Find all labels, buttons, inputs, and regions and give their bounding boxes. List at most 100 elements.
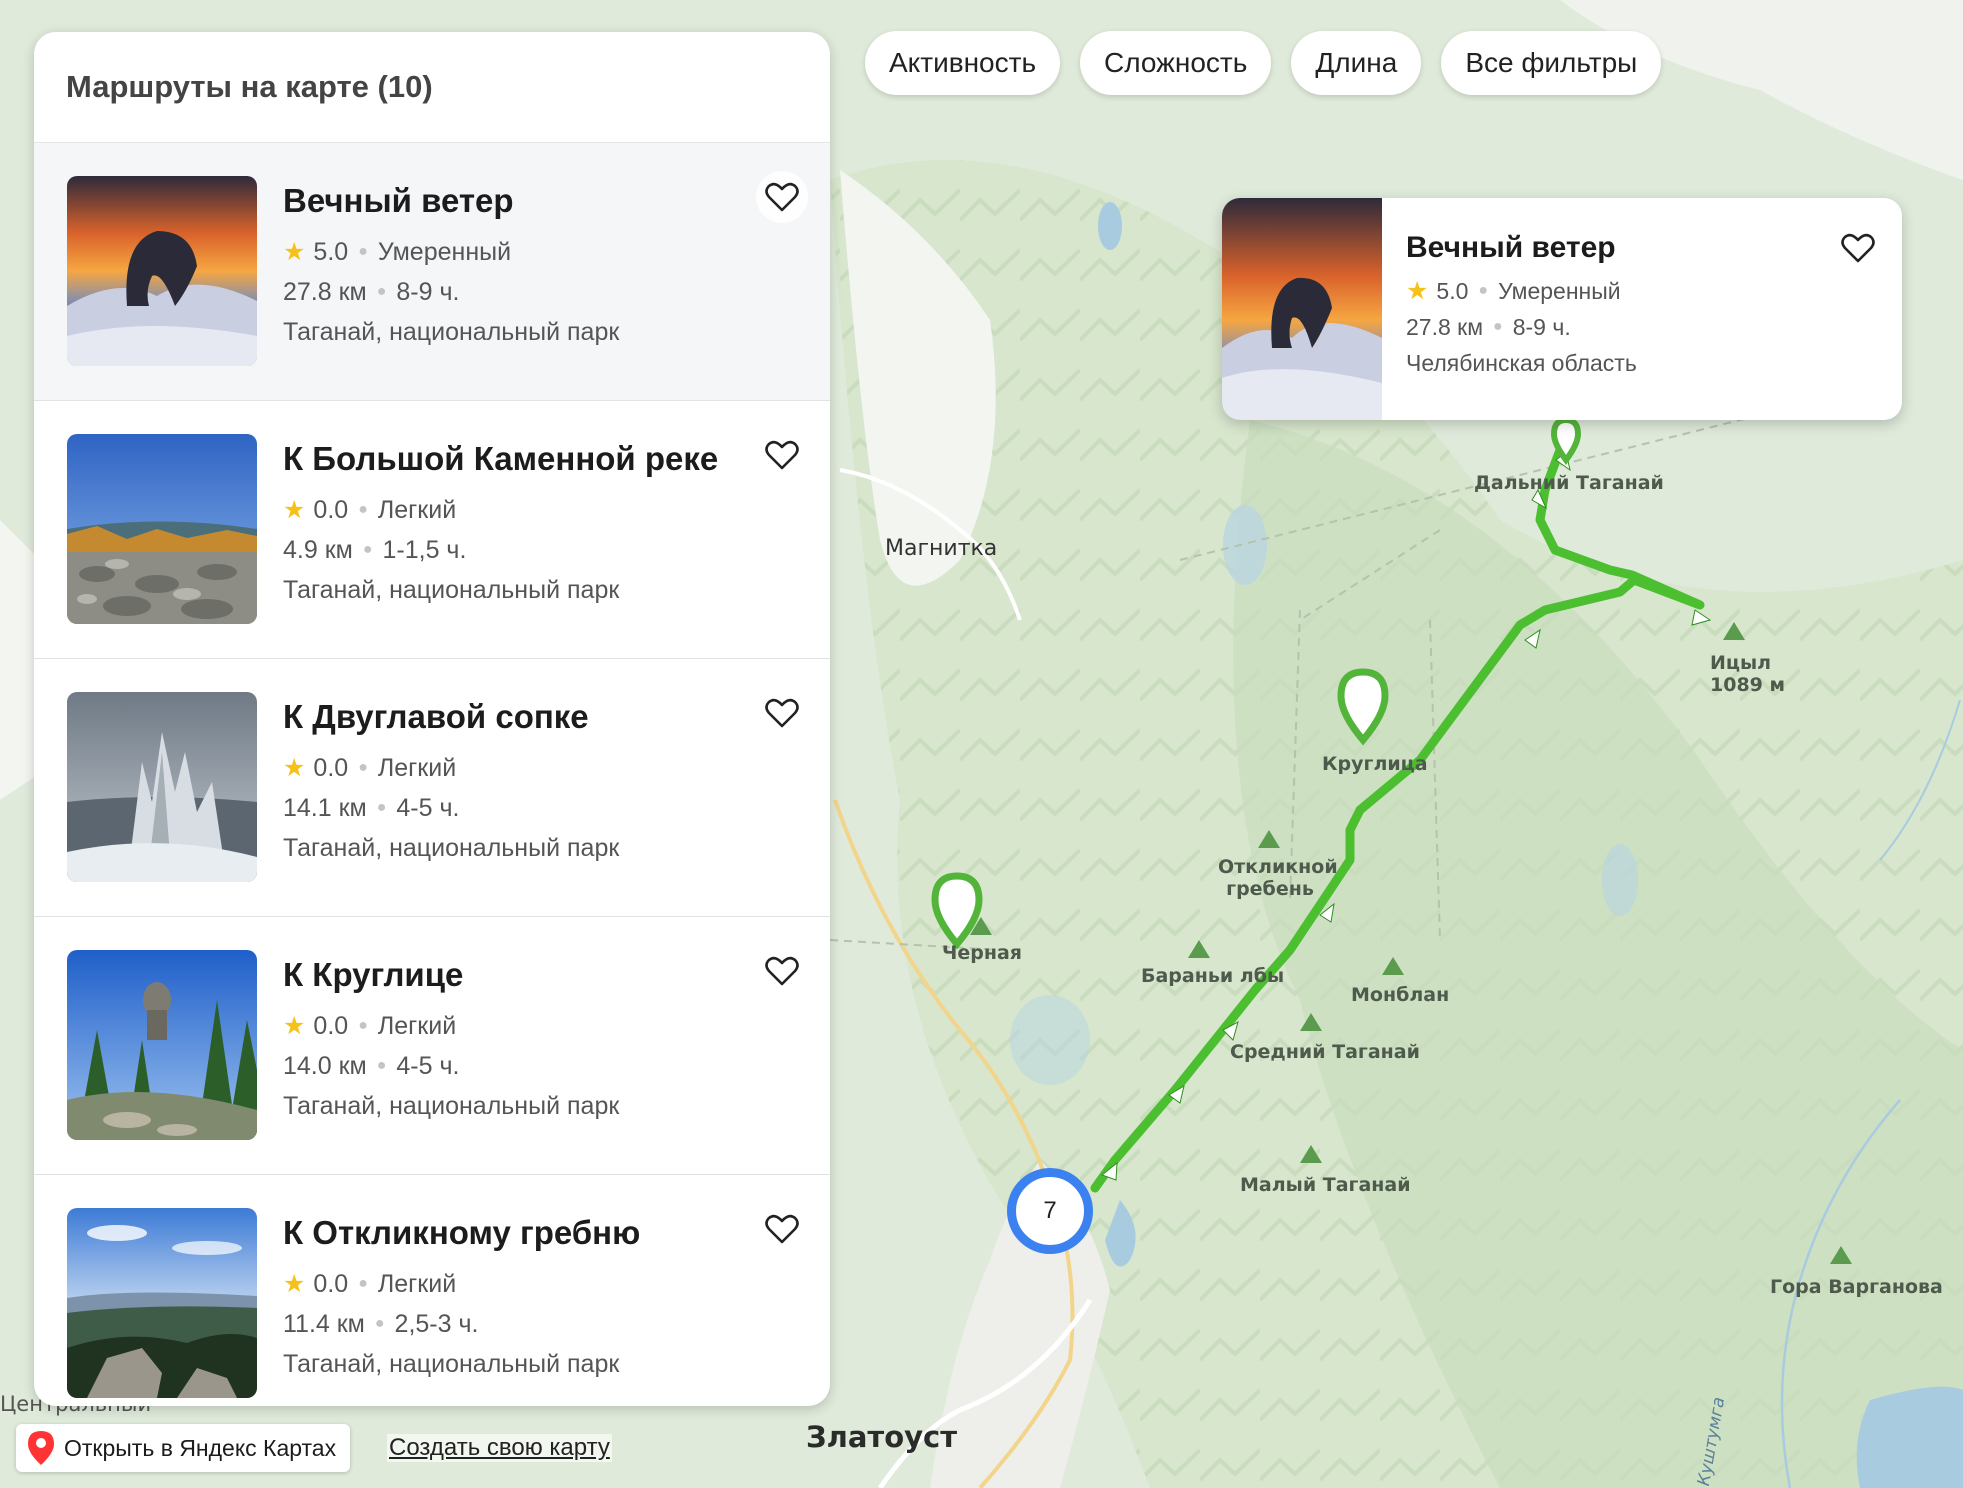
map-label-zlatoust: Златоуст bbox=[806, 1420, 958, 1454]
popup-duration: 8-9 ч. bbox=[1512, 313, 1571, 340]
route-list[interactable]: Вечный ветер ★ 5.0 ● Умеренный 27.8 км ●… bbox=[34, 143, 830, 1406]
route-difficulty: Легкий bbox=[377, 1269, 457, 1298]
otklik-line2: гребень bbox=[1226, 878, 1314, 900]
filter-activity[interactable]: Активность bbox=[865, 31, 1061, 95]
route-photo bbox=[67, 950, 257, 1140]
filter-length[interactable]: Длина bbox=[1291, 31, 1422, 95]
routes-panel: Маршруты на карте (10) Вечный ветер ★ 5.… bbox=[34, 32, 830, 1406]
route-length-row: 14.1 км ● 4-5 ч. bbox=[283, 788, 619, 828]
map-label-sredniy-taganay: Средний Таганай bbox=[1230, 1041, 1420, 1063]
route-rating: 0.0 bbox=[313, 1269, 349, 1298]
route-cluster-marker[interactable]: 7 bbox=[1007, 1168, 1093, 1254]
route-title: Вечный ветер bbox=[283, 182, 514, 219]
heart-icon bbox=[765, 698, 799, 728]
route-card[interactable]: К Круглице ★ 0.0 ● Легкий 14.0 км ● 4-5 … bbox=[34, 917, 830, 1175]
separator-dot: ● bbox=[358, 501, 368, 518]
route-title: К Откликному гребню bbox=[283, 1214, 641, 1251]
heart-icon bbox=[765, 956, 799, 986]
itsyl-name: Ицыл bbox=[1710, 652, 1772, 674]
favorite-button[interactable] bbox=[756, 1203, 808, 1255]
heart-icon bbox=[765, 440, 799, 470]
route-location: Таганай, национальный парк bbox=[283, 575, 620, 604]
popup-distance: 27.8 км bbox=[1406, 313, 1484, 340]
route-photo bbox=[67, 176, 257, 366]
filter-bar: Активность Сложность Длина Все фильтры bbox=[865, 31, 1662, 95]
map-label-barani-lby: Бараньи лбы bbox=[1141, 965, 1285, 987]
route-rating-row: ★ 0.0 ● Легкий bbox=[283, 1006, 619, 1046]
separator-dot: ● bbox=[374, 1315, 385, 1332]
separator-dot: ● bbox=[1478, 282, 1489, 299]
route-difficulty: Легкий bbox=[377, 753, 457, 782]
route-location: Таганай, национальный парк bbox=[283, 1091, 620, 1120]
route-title: К Круглице bbox=[283, 956, 464, 993]
route-rating-row: ★ 0.0 ● Легкий bbox=[283, 490, 718, 530]
route-duration: 4-5 ч. bbox=[396, 1051, 460, 1080]
route-rating-row: ★ 0.0 ● Легкий bbox=[283, 1264, 640, 1304]
map-label-kruglitsa: Круглица bbox=[1322, 753, 1428, 775]
popup-title: Вечный ветер bbox=[1406, 231, 1616, 264]
popup-favorite-button[interactable] bbox=[1832, 222, 1884, 274]
map-label-dalniy-taganay: Дальний Таганай bbox=[1474, 472, 1664, 494]
route-length-row: 4.9 км ● 1-1,5 ч. bbox=[283, 530, 718, 570]
star-icon: ★ bbox=[283, 238, 306, 266]
route-rating: 5.0 bbox=[313, 237, 349, 266]
favorite-button[interactable] bbox=[756, 429, 808, 481]
favorite-button[interactable] bbox=[756, 171, 808, 223]
route-card[interactable]: Вечный ветер ★ 5.0 ● Умеренный 27.8 км ●… bbox=[34, 143, 830, 401]
heart-icon bbox=[765, 1214, 799, 1244]
map-label-itsyl: Ицыл 1089 м bbox=[1710, 652, 1786, 696]
route-photo bbox=[67, 434, 257, 624]
route-photo bbox=[67, 1208, 257, 1398]
route-distance: 14.0 км bbox=[283, 1051, 367, 1080]
route-location: Таганай, национальный парк bbox=[283, 833, 620, 862]
route-length-row: 27.8 км ● 8-9 ч. bbox=[283, 272, 619, 312]
open-label: Открыть в Яндекс Картах bbox=[64, 1434, 337, 1461]
separator-dot: ● bbox=[362, 541, 373, 558]
route-length-row: 11.4 км ● 2,5-3 ч. bbox=[283, 1304, 640, 1344]
popup-rating-row: ★ 5.0 ● Умеренный bbox=[1406, 273, 1637, 309]
map-label-maliy-taganay: Малый Таганай bbox=[1240, 1174, 1411, 1196]
route-card[interactable]: К Двуглавой сопке ★ 0.0 ● Легкий 14.1 км… bbox=[34, 659, 830, 917]
map-pin-icon bbox=[28, 1431, 54, 1465]
route-popup-card[interactable]: Вечный ветер ★ 5.0 ● Умеренный 27.8 км ●… bbox=[1222, 198, 1902, 420]
map-label-otklik: Откликной гребень bbox=[1218, 856, 1338, 900]
filter-difficulty[interactable]: Сложность bbox=[1080, 31, 1272, 95]
separator-dot: ● bbox=[358, 1275, 368, 1292]
itsyl-height: 1089 м bbox=[1710, 674, 1786, 696]
route-distance: 14.1 км bbox=[283, 793, 367, 822]
star-icon: ★ bbox=[283, 1270, 306, 1298]
route-title: К Большой Каменной реке bbox=[283, 440, 719, 477]
route-rating: 0.0 bbox=[313, 1011, 349, 1040]
separator-dot: ● bbox=[358, 243, 368, 260]
star-icon: ★ bbox=[1406, 277, 1429, 305]
popup-location: Челябинская область bbox=[1406, 349, 1637, 376]
star-icon: ★ bbox=[283, 1012, 306, 1040]
create-map-link[interactable]: Создать свою карту bbox=[387, 1434, 612, 1462]
map-label-magnitka: Магнитка bbox=[885, 536, 998, 561]
route-duration: 4-5 ч. bbox=[396, 793, 460, 822]
popup-rating: 5.0 bbox=[1436, 277, 1469, 304]
route-card[interactable]: К Откликному гребню ★ 0.0 ● Легкий 11.4 … bbox=[34, 1175, 830, 1406]
route-difficulty: Легкий bbox=[377, 1011, 457, 1040]
route-difficulty: Умеренный bbox=[377, 237, 512, 266]
route-duration: 1-1,5 ч. bbox=[382, 535, 467, 564]
separator-dot: ● bbox=[376, 283, 387, 300]
route-card[interactable]: К Большой Каменной реке ★ 0.0 ● Легкий 4… bbox=[34, 401, 830, 659]
route-rating-row: ★ 5.0 ● Умеренный bbox=[283, 232, 619, 272]
route-location: Таганай, национальный парк bbox=[283, 1349, 620, 1378]
filter-all[interactable]: Все фильтры bbox=[1441, 31, 1662, 95]
popup-length-row: 27.8 км ● 8-9 ч. bbox=[1406, 309, 1637, 345]
separator-dot: ● bbox=[376, 799, 387, 816]
popup-photo bbox=[1222, 198, 1382, 420]
favorite-button[interactable] bbox=[756, 687, 808, 739]
open-in-yandex-maps-button[interactable]: Открыть в Яндекс Картах bbox=[16, 1424, 351, 1472]
otklik-line1: Откликной bbox=[1218, 856, 1338, 878]
favorite-button[interactable] bbox=[756, 945, 808, 997]
route-difficulty: Легкий bbox=[377, 495, 457, 524]
separator-dot: ● bbox=[358, 759, 368, 776]
route-rating: 0.0 bbox=[313, 495, 349, 524]
route-rating-row: ★ 0.0 ● Легкий bbox=[283, 748, 619, 788]
separator-dot: ● bbox=[376, 1057, 387, 1074]
map-label-chernaya: Черная bbox=[942, 942, 1022, 964]
star-icon: ★ bbox=[283, 496, 306, 524]
